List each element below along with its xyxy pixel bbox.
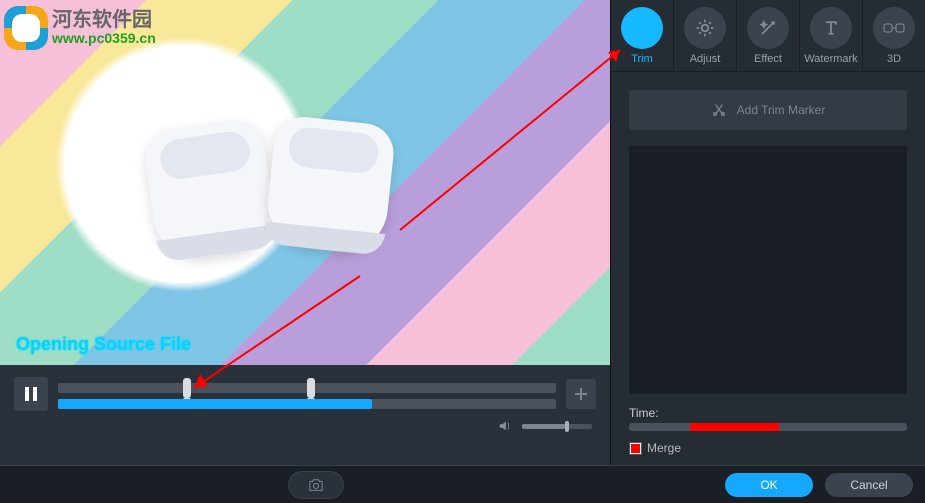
plus-icon	[574, 387, 588, 401]
tab-effect[interactable]: Effect	[737, 0, 800, 71]
snapshot-button[interactable]	[288, 471, 344, 499]
ok-button-label: OK	[760, 478, 777, 492]
watermark-logo-icon	[4, 6, 48, 50]
seek-track[interactable]	[58, 399, 556, 409]
scissors-icon	[711, 102, 727, 118]
preview-content	[140, 110, 420, 280]
tab-watermark-label: Watermark	[804, 53, 857, 65]
player-controls	[0, 365, 610, 465]
watermark-text-cn: 河东软件园	[52, 9, 156, 31]
edit-tabs: Trim Adjust Effect Watermark 3D	[611, 0, 925, 72]
tab-3d[interactable]: 3D	[863, 0, 925, 71]
time-range-selection[interactable]	[690, 423, 779, 431]
trim-handle-end[interactable]	[307, 378, 315, 398]
text-icon	[821, 18, 841, 38]
add-trim-marker-button[interactable]: Add Trim Marker	[629, 90, 907, 130]
add-trim-marker-label: Add Trim Marker	[737, 103, 826, 117]
trim-track[interactable]	[58, 383, 556, 393]
status-overlay-text: Opening Source File	[16, 334, 191, 355]
tab-3d-label: 3D	[887, 53, 901, 65]
glasses-3d-icon	[883, 21, 905, 35]
scissors-icon	[632, 18, 652, 38]
pause-icon	[25, 387, 37, 401]
volume-slider[interactable]	[522, 424, 592, 429]
pause-button[interactable]	[14, 377, 48, 411]
tab-trim-label: Trim	[631, 53, 653, 65]
volume-knob[interactable]	[565, 421, 569, 432]
trim-handle-start[interactable]	[183, 378, 191, 398]
camera-icon	[308, 478, 324, 492]
video-preview[interactable]: 河东软件园 www.pc0359.cn Opening Source File	[0, 0, 610, 365]
merge-checkbox[interactable]	[629, 442, 642, 455]
sun-icon	[695, 18, 715, 38]
trim-segments-list[interactable]	[629, 146, 907, 394]
volume-fill	[522, 424, 565, 429]
site-watermark: 河东软件园 www.pc0359.cn	[4, 4, 204, 52]
tab-adjust-label: Adjust	[690, 53, 721, 65]
footer-bar: OK Cancel	[0, 465, 925, 503]
tab-watermark[interactable]: Watermark	[800, 0, 863, 71]
watermark-text-url: www.pc0359.cn	[52, 31, 156, 46]
time-label: Time:	[629, 406, 659, 420]
tab-adjust[interactable]: Adjust	[674, 0, 737, 71]
tab-effect-label: Effect	[754, 53, 782, 65]
add-segment-button[interactable]	[566, 379, 596, 409]
ok-button[interactable]: OK	[725, 473, 813, 497]
merge-checkbox-row[interactable]: Merge	[629, 441, 907, 455]
volume-icon	[498, 419, 512, 433]
cancel-button[interactable]: Cancel	[825, 473, 913, 497]
wand-icon	[758, 18, 778, 38]
tab-trim[interactable]: Trim	[611, 0, 674, 71]
cancel-button-label: Cancel	[850, 478, 887, 492]
seek-fill	[58, 399, 372, 409]
time-range-bar[interactable]	[629, 423, 907, 431]
merge-label: Merge	[647, 441, 681, 455]
